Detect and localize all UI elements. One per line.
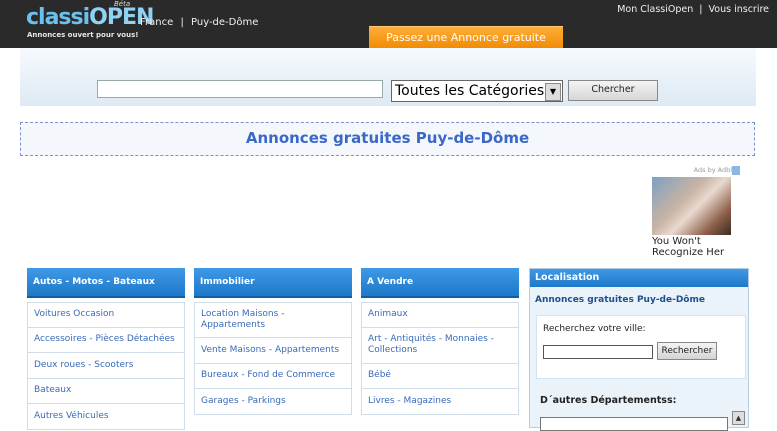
- site-logo[interactable]: classiOPEN: [26, 5, 154, 30]
- ad-text[interactable]: You Won't Recognize Her: [652, 236, 724, 258]
- city-search-input[interactable]: [543, 345, 653, 359]
- ad-label: Ads by Adbl: [693, 166, 732, 174]
- list-item[interactable]: Art - Antiquités - Monnaies - Collection…: [361, 327, 519, 364]
- location-subtitle[interactable]: Annonces gratuites Puy-de-Dôme: [530, 287, 748, 305]
- list-item[interactable]: Animaux: [361, 302, 519, 328]
- column-title[interactable]: Autos - Motos - Bateaux: [27, 268, 185, 298]
- breadcrumb: France | Puy-de-Dôme: [140, 17, 262, 28]
- ad-choices-icon[interactable]: [732, 166, 740, 175]
- list-item[interactable]: Vente Maisons - Appartements: [194, 338, 352, 364]
- list-item[interactable]: Livres - Magazines: [361, 389, 519, 415]
- city-search-box: Recherchez votre ville: Rechercher: [536, 315, 746, 379]
- column-title[interactable]: Immobilier: [194, 268, 352, 298]
- category-column-a-vendre: A Vendre Animaux Art - Antiquités - Monn…: [361, 268, 519, 415]
- city-search-label: Recherchez votre ville:: [543, 324, 646, 334]
- logo-part-classi: classi: [26, 5, 90, 30]
- category-selected-value: Toutes les Catégories: [395, 83, 545, 99]
- ad-banner[interactable]: Ads by Adbl You Won't Recognize Her: [652, 166, 744, 258]
- category-column-immobilier: Immobilier Location Maisons - Appartemen…: [194, 268, 352, 415]
- breadcrumb-france[interactable]: France: [140, 17, 173, 28]
- list-item[interactable]: Voitures Occasion: [27, 302, 185, 328]
- departments-list[interactable]: [540, 417, 728, 431]
- ad-text-line1: You Won't: [652, 236, 701, 247]
- link-separator: |: [699, 4, 703, 15]
- list-item[interactable]: Autres Véhicules: [27, 404, 185, 430]
- register-link[interactable]: Vous inscrire: [709, 4, 769, 15]
- post-ad-button[interactable]: Passez une Annonce gratuite: [369, 26, 563, 49]
- page-title: Annonces gratuites Puy-de-Dôme: [20, 122, 755, 156]
- category-select[interactable]: Toutes les Catégories ▼: [391, 80, 563, 102]
- location-panel: Localisation Annonces gratuites Puy-de-D…: [529, 268, 749, 431]
- city-search-button[interactable]: Rechercher: [657, 342, 717, 360]
- list-item[interactable]: Location Maisons - Appartements: [194, 302, 352, 338]
- search-button[interactable]: Chercher: [568, 80, 658, 101]
- tagline: Annonces ouvert pour vous!: [27, 31, 139, 39]
- list-item[interactable]: Deux roues - Scooters: [27, 353, 185, 379]
- dropdown-arrow-icon[interactable]: ▼: [545, 83, 561, 101]
- ad-image[interactable]: [652, 177, 731, 235]
- account-links: Mon ClassiOpen | Vous inscrire: [614, 4, 769, 15]
- list-item[interactable]: Bateaux: [27, 378, 185, 404]
- list-item[interactable]: Bébé: [361, 363, 519, 389]
- breadcrumb-department[interactable]: Puy-de-Dôme: [191, 17, 258, 28]
- location-title: Localisation: [530, 269, 748, 287]
- column-title[interactable]: A Vendre: [361, 268, 519, 298]
- ad-text-line2: Recognize Her: [652, 247, 725, 258]
- top-bar: classiOPEN Béta Annonces ouvert pour vou…: [0, 0, 777, 49]
- breadcrumb-separator: |: [180, 17, 184, 28]
- beta-label: Béta: [114, 0, 131, 8]
- category-column-autos: Autos - Motos - Bateaux Voitures Occasio…: [27, 268, 185, 430]
- list-item[interactable]: Garages - Parkings: [194, 389, 352, 415]
- my-account-link[interactable]: Mon ClassiOpen: [617, 4, 693, 15]
- list-item[interactable]: Accessoires - Pièces Détachées: [27, 327, 185, 353]
- search-input[interactable]: [97, 80, 383, 98]
- list-item[interactable]: Bureaux - Fond de Commerce: [194, 363, 352, 389]
- other-departments-label: D´autres Départementss:: [540, 395, 677, 406]
